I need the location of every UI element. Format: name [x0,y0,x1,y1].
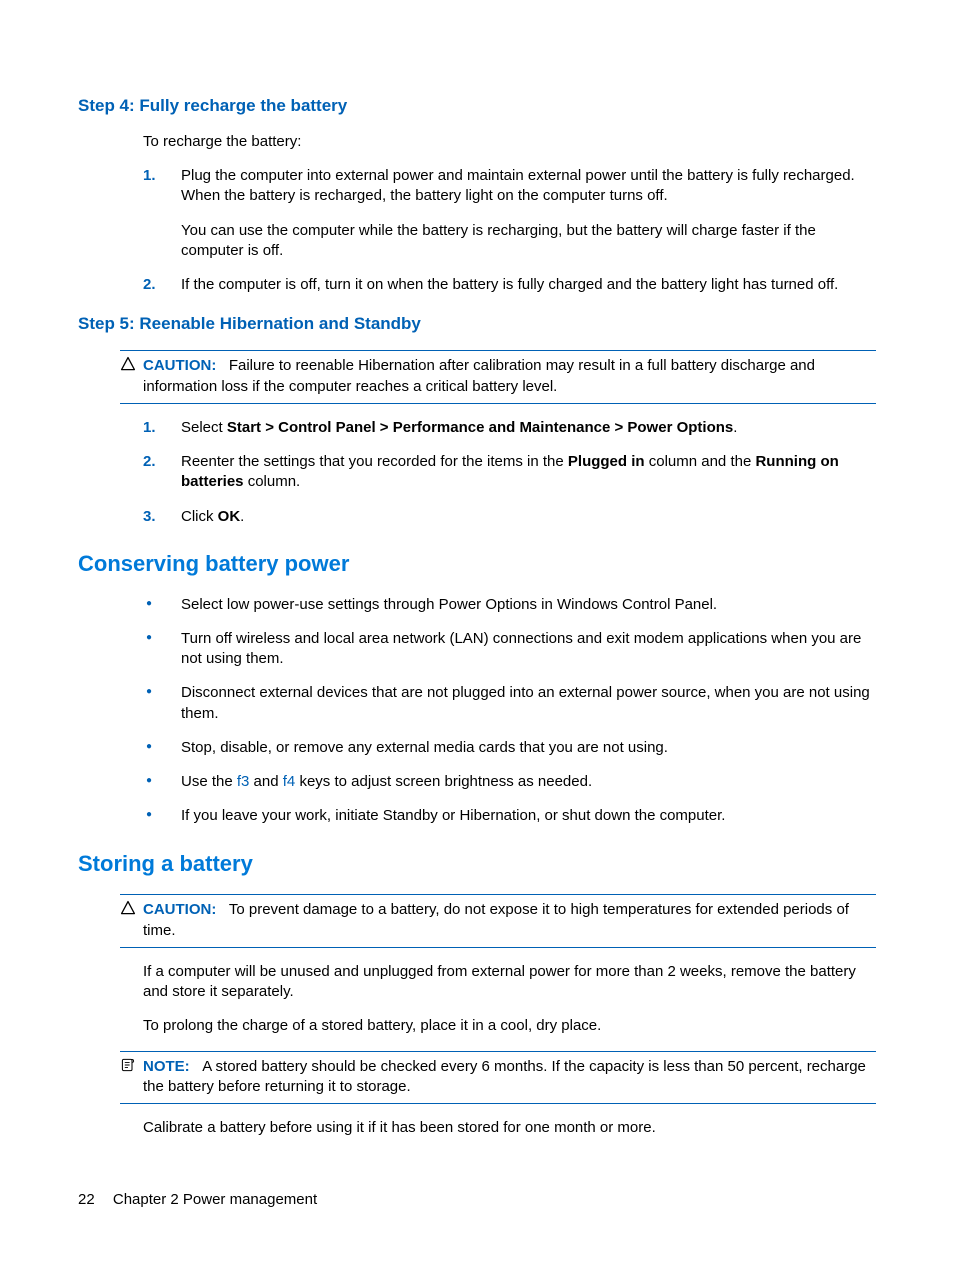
caution-body: CAUTION: To prevent damage to a battery,… [120,900,876,941]
item-text: Reenter the settings that you recorded f… [181,452,876,493]
note-icon [120,1057,138,1075]
caution-text: To prevent damage to a battery, do not e… [143,901,849,938]
item-text: You can use the computer while the batte… [181,221,876,262]
note-body: NOTE: A stored battery should be checked… [120,1057,876,1098]
caution-callout: CAUTION: Failure to reenable Hibernation… [120,350,876,404]
step4-list: 1. Plug the computer into external power… [143,166,876,295]
list-item: 1. Plug the computer into external power… [143,166,876,261]
conserving-heading: Conserving battery power [78,549,876,579]
item-text: If the computer is off, turn it on when … [181,275,876,295]
item-number: 1. [143,166,156,186]
storing-p2: To prolong the charge of a stored batter… [143,1016,876,1036]
caution-label: CAUTION: [143,901,216,918]
caution-body: CAUTION: Failure to reenable Hibernation… [120,356,876,397]
list-item: 2. If the computer is off, turn it on wh… [143,275,876,295]
list-item: 1. Select Start > Control Panel > Perfor… [143,418,876,438]
item-number: 2. [143,275,156,295]
f3-key: f3 [237,773,250,790]
storing-heading: Storing a battery [78,849,876,879]
item-number: 2. [143,452,156,472]
note-callout: NOTE: A stored battery should be checked… [120,1051,876,1105]
caution-icon [120,900,138,918]
item-text: Click OK. [181,507,876,527]
caution-callout: CAUTION: To prevent damage to a battery,… [120,894,876,948]
item-number: 3. [143,507,156,527]
list-item: Use the f3 and f4 keys to adjust screen … [143,772,876,792]
item-text: Select Start > Control Panel > Performan… [181,418,876,438]
page-footer: 22 Chapter 2 Power management [78,1190,317,1210]
caution-icon [120,356,138,374]
storing-p3: Calibrate a battery before using it if i… [143,1118,876,1138]
caution-text: Failure to reenable Hibernation after ca… [143,357,815,394]
chapter-label: Chapter 2 Power management [113,1191,317,1208]
step5-heading: Step 5: Reenable Hibernation and Standby [78,313,876,336]
step4-heading: Step 4: Fully recharge the battery [78,95,876,118]
conserving-list: Select low power-use settings through Po… [143,595,876,827]
note-label: NOTE: [143,1058,190,1075]
list-item: Turn off wireless and local area network… [143,629,876,670]
step4-intro: To recharge the battery: [143,132,876,152]
storing-p1: If a computer will be unused and unplugg… [143,962,876,1003]
list-item: 3. Click OK. [143,507,876,527]
item-text: Plug the computer into external power an… [181,166,876,207]
f4-key: f4 [283,773,296,790]
list-item: Select low power-use settings through Po… [143,595,876,615]
list-item: Disconnect external devices that are not… [143,683,876,724]
page-number: 22 [78,1191,95,1208]
step5-list: 1. Select Start > Control Panel > Perfor… [143,418,876,527]
caution-label: CAUTION: [143,357,216,374]
item-number: 1. [143,418,156,438]
note-text: A stored battery should be checked every… [143,1058,866,1095]
list-item: Stop, disable, or remove any external me… [143,738,876,758]
list-item: If you leave your work, initiate Standby… [143,806,876,826]
list-item: 2. Reenter the settings that you recorde… [143,452,876,493]
